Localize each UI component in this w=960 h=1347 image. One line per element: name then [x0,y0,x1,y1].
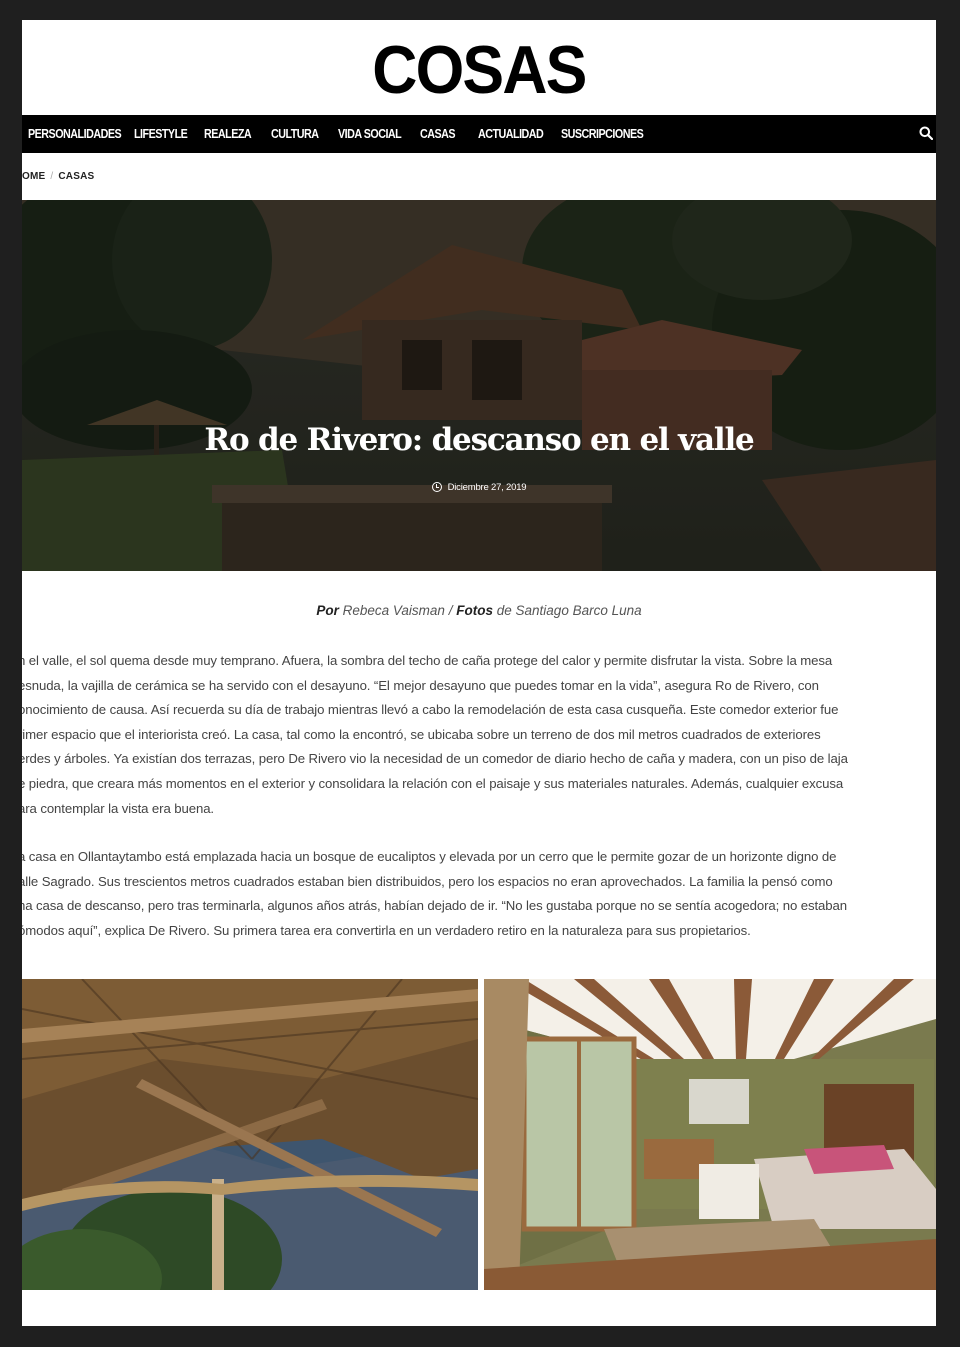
nav-item-vida-social[interactable]: VIDA SOCIAL [338,127,402,141]
article-date-text: Diciembre 27, 2019 [447,482,527,493]
paragraph-line: e piedra, que creara más momentos en el … [22,775,844,791]
byline-author[interactable]: Rebeca Vaisman [343,603,445,618]
site-logo[interactable]: COSAS [372,36,587,104]
photo-bedroom[interactable] [484,979,936,1290]
paragraph-line: na casa de descanso, pero tras terminarl… [22,898,847,914]
byline-separator: / [448,603,453,618]
breadcrumb-home[interactable]: OME [22,171,45,182]
article-paragraph-1: n el valle, el sol quema desde muy tempr… [22,649,936,821]
byline-fotos-label: Fotos [456,603,493,618]
byline-photographer: de Santiago Barco Luna [496,603,642,618]
page: COSAS PERSONALIDADES LIFESTYLE REALEZA C… [22,20,936,1326]
paragraph-line: ómodos aquí”, explica De Rivero. Su prim… [22,922,751,938]
breadcrumb: OME / CASAS [22,171,94,182]
nav-item-cultura[interactable]: CULTURA [271,127,319,141]
hero-banner: Ro de Rivero: descanso en el valle Dicie… [22,200,936,571]
paragraph-line: ara contemplar la vista era buena. [22,800,214,816]
byline-por-label: Por [316,603,339,618]
paragraph-line: n el valle, el sol quema desde muy tempr… [22,653,833,668]
article-date: Diciembre 27, 2019 [22,482,936,493]
hero-image [22,200,936,571]
nav-item-realeza[interactable]: REALEZA [204,127,252,141]
paragraph-line: rimer espacio que el interiorista creó. … [22,726,821,742]
nav-item-casas[interactable]: CASAS [420,127,456,141]
breadcrumb-current[interactable]: CASAS [58,171,94,182]
nav-item-suscripciones[interactable]: SUSCRIPCIONES [561,127,644,141]
paragraph-line: onocimiento de causa. Así recuerda su dí… [22,702,839,718]
masthead: COSAS [22,20,936,115]
nav-item-lifestyle[interactable]: LIFESTYLE [134,127,188,141]
nav-item-personalidades[interactable]: PERSONALIDADES [28,127,122,141]
main-nav: PERSONALIDADES LIFESTYLE REALEZA CULTURA… [22,115,936,153]
paragraph-line: alle Sagrado. Sus trescientos metros cua… [22,873,833,889]
article-paragraph-2: a casa en Ollantaytambo está emplazada h… [22,845,936,943]
breadcrumb-separator: / [50,171,54,182]
paragraph-line: a casa en Ollantaytambo está emplazada h… [22,849,837,864]
article-title: Ro de Rivero: descanso en el valle [204,422,754,458]
nav-item-actualidad[interactable]: ACTUALIDAD [478,127,544,141]
clock-icon [431,482,442,492]
paragraph-line: erdes y árboles. Ya existían dos terraza… [22,751,848,767]
paragraph-line: esnuda, la vajilla de cerámica se ha ser… [22,677,819,693]
article-byline: Por Rebeca Vaisman / Fotos de Santiago B… [22,603,936,618]
photo-thatched-roof[interactable] [22,979,478,1290]
search-icon[interactable] [919,126,933,140]
